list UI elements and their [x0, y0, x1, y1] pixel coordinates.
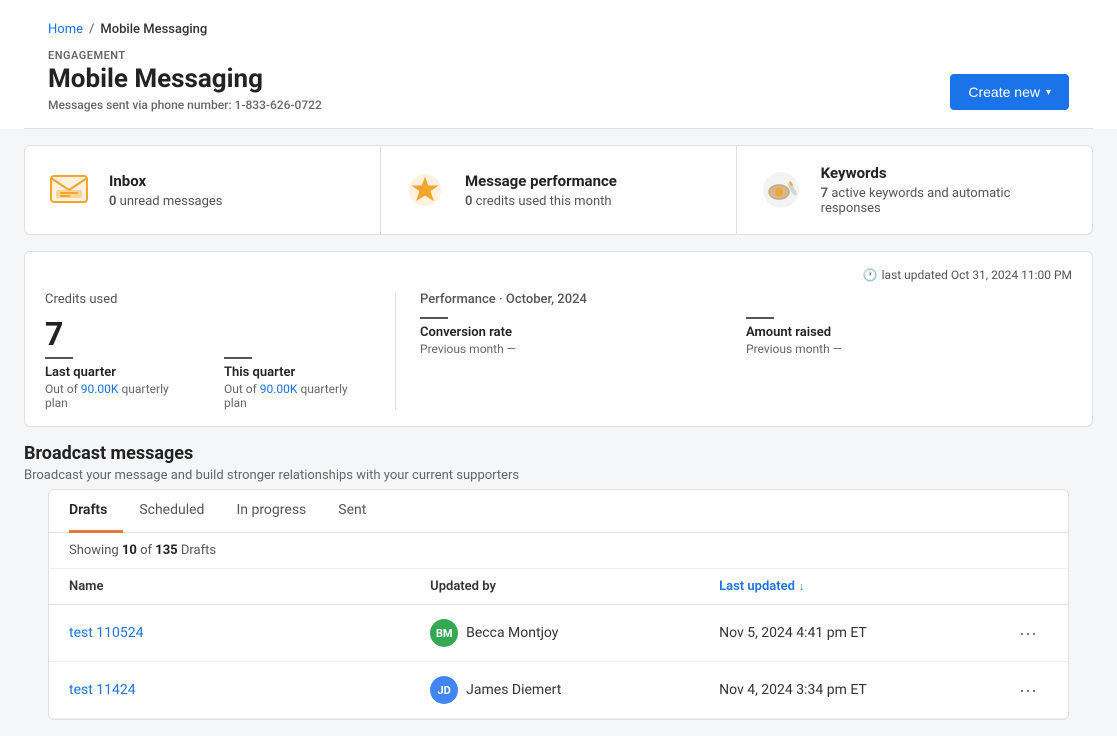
- row-actions-1: ···: [1008, 621, 1048, 646]
- avatar-2: JD: [430, 676, 458, 704]
- perf-period-label: Performance · October, 2024: [420, 292, 1072, 307]
- this-quarter-line: [224, 357, 252, 359]
- message-performance-title: Message performance: [465, 172, 617, 190]
- row-link-2[interactable]: test 11424: [69, 682, 136, 698]
- last-quarter-line: [45, 357, 73, 359]
- keywords-icon: [757, 166, 805, 214]
- row-link-1[interactable]: test 110524: [69, 625, 144, 641]
- credits-value: 7: [45, 315, 371, 353]
- breadcrumb-home-link[interactable]: Home: [48, 22, 83, 37]
- broadcast-subtitle: Broadcast your message and build stronge…: [24, 468, 1093, 483]
- chevron-down-icon: ▾: [1046, 87, 1051, 98]
- clock-icon: 🕐: [863, 268, 878, 282]
- this-quarter-block: This quarter Out of 90.00K quarterly pla…: [224, 357, 371, 410]
- inbox-title: Inbox: [109, 172, 223, 190]
- page-subtitle: Messages sent via phone number: 1-833-62…: [48, 98, 322, 112]
- amount-raised-title: Amount raised: [746, 325, 1072, 340]
- last-quarter-title: Last quarter: [45, 365, 192, 380]
- table-header: Name Updated by Last updated ↓: [49, 569, 1068, 605]
- broadcast-title: Broadcast messages: [24, 443, 1093, 464]
- sort-arrow-icon: ↓: [799, 580, 805, 593]
- tab-sent[interactable]: Sent: [322, 490, 382, 533]
- message-performance-info: Message performance 0 credits used this …: [465, 172, 617, 209]
- col-header-last-updated[interactable]: Last updated ↓: [719, 579, 1008, 594]
- tab-in-progress[interactable]: In progress: [220, 490, 322, 533]
- col-header-updated-by: Updated by: [430, 579, 719, 594]
- message-performance-icon: [401, 166, 449, 214]
- perf-body: Credits used 7 Last quarter Out of 90.00…: [45, 292, 1072, 410]
- tab-scheduled[interactable]: Scheduled: [123, 490, 220, 533]
- conversion-rate-title: Conversion rate: [420, 325, 746, 340]
- col-header-name: Name: [69, 579, 430, 594]
- stats-row: Inbox 0 unread messages Message performa…: [24, 145, 1093, 235]
- keywords-value: 7 active keywords and automatic response…: [821, 186, 1072, 216]
- keywords-title: Keywords: [821, 164, 1072, 182]
- stat-card-keywords[interactable]: Keywords 7 active keywords and automatic…: [737, 146, 1092, 234]
- col-header-actions: [1008, 579, 1048, 594]
- table-row: test 11424 JD James Diemert Nov 4, 2024 …: [49, 662, 1068, 719]
- credits-used-section: Credits used 7 Last quarter Out of 90.00…: [45, 292, 396, 410]
- avatar-1: BM: [430, 619, 458, 647]
- conversion-rate-block: Conversion rate Previous month —: [420, 317, 746, 356]
- performance-section: 🕐 last updated Oct 31, 2024 11:00 PM Cre…: [24, 251, 1093, 427]
- conversion-rate-line: [420, 317, 448, 319]
- table-row: test 110524 BM Becca Montjoy Nov 5, 2024…: [49, 605, 1068, 662]
- tab-drafts[interactable]: Drafts: [69, 490, 123, 533]
- last-updated: 🕐 last updated Oct 31, 2024 11:00 PM: [863, 268, 1072, 282]
- conversion-rate-sub: Previous month —: [420, 342, 746, 356]
- row-more-button-1[interactable]: ···: [1013, 621, 1043, 646]
- broadcast-section-wrapper: Broadcast messages Broadcast your messag…: [24, 443, 1093, 720]
- this-quarter-plan-link[interactable]: 90.00K: [260, 382, 298, 396]
- breadcrumb-separator: /: [89, 22, 94, 37]
- stat-card-inbox[interactable]: Inbox 0 unread messages: [25, 146, 381, 234]
- broadcast-tabs: Drafts Scheduled In progress Sent: [49, 490, 1068, 533]
- row-updated-by-2: JD James Diemert: [430, 676, 719, 704]
- broadcast-table-container: Drafts Scheduled In progress Sent Showin…: [48, 489, 1069, 720]
- engagement-label: ENGAGEMENT: [48, 41, 322, 62]
- row-last-updated-1: Nov 5, 2024 4:41 pm ET: [719, 625, 1008, 641]
- header-left: ENGAGEMENT Mobile Messaging Messages sen…: [48, 41, 322, 112]
- last-quarter-block: Last quarter Out of 90.00K quarterly pla…: [45, 357, 192, 410]
- showing-count: 10: [122, 543, 137, 558]
- showing-total: 135: [155, 543, 177, 558]
- row-updated-by-1: BM Becca Montjoy: [430, 619, 719, 647]
- create-new-button[interactable]: Create new ▾: [950, 74, 1069, 110]
- amount-raised-block: Amount raised Previous month —: [746, 317, 1072, 356]
- message-performance-value: 0 credits used this month: [465, 194, 617, 209]
- keywords-info: Keywords 7 active keywords and automatic…: [821, 164, 1072, 216]
- row-updated-by-name-1: Becca Montjoy: [466, 625, 558, 641]
- breadcrumb-current: Mobile Messaging: [100, 22, 207, 37]
- row-updated-by-name-2: James Diemert: [466, 682, 561, 698]
- perf-metrics: Conversion rate Previous month — Amount …: [420, 317, 1072, 356]
- showing-type: Drafts: [181, 543, 216, 558]
- row-name-2: test 11424: [69, 682, 430, 698]
- credits-label: Credits used: [45, 292, 371, 307]
- inbox-icon: [45, 166, 93, 214]
- last-updated-col-label: Last updated: [719, 579, 795, 594]
- stat-card-message-performance[interactable]: Message performance 0 credits used this …: [381, 146, 737, 234]
- row-last-updated-2: Nov 4, 2024 3:34 pm ET: [719, 682, 1008, 698]
- page-title: Mobile Messaging: [48, 64, 322, 94]
- row-name-1: test 110524: [69, 625, 430, 641]
- perf-header: 🕐 last updated Oct 31, 2024 11:00 PM: [45, 268, 1072, 282]
- amount-raised-line: [746, 317, 774, 319]
- last-updated-text: last updated Oct 31, 2024 11:00 PM: [882, 268, 1072, 282]
- amount-raised-sub: Previous month —: [746, 342, 1072, 356]
- subtitle-prefix: Messages sent via phone number:: [48, 98, 232, 112]
- inbox-info: Inbox 0 unread messages: [109, 172, 223, 209]
- this-quarter-title: This quarter: [224, 365, 371, 380]
- inbox-value: 0 unread messages: [109, 194, 223, 209]
- broadcast-header-outer: Broadcast messages Broadcast your messag…: [24, 443, 1093, 489]
- phone-number-value: 1-833-626-0722: [235, 98, 322, 112]
- create-new-label: Create new: [968, 84, 1040, 100]
- last-quarter-plan-link[interactable]: 90.00K: [81, 382, 119, 396]
- showing-row: Showing 10 of 135 Drafts: [49, 533, 1068, 569]
- this-quarter-sub: Out of 90.00K quarterly plan: [224, 382, 371, 410]
- perf-metrics-section: Performance · October, 2024 Conversion r…: [396, 292, 1072, 410]
- last-quarter-sub: Out of 90.00K quarterly plan: [45, 382, 192, 410]
